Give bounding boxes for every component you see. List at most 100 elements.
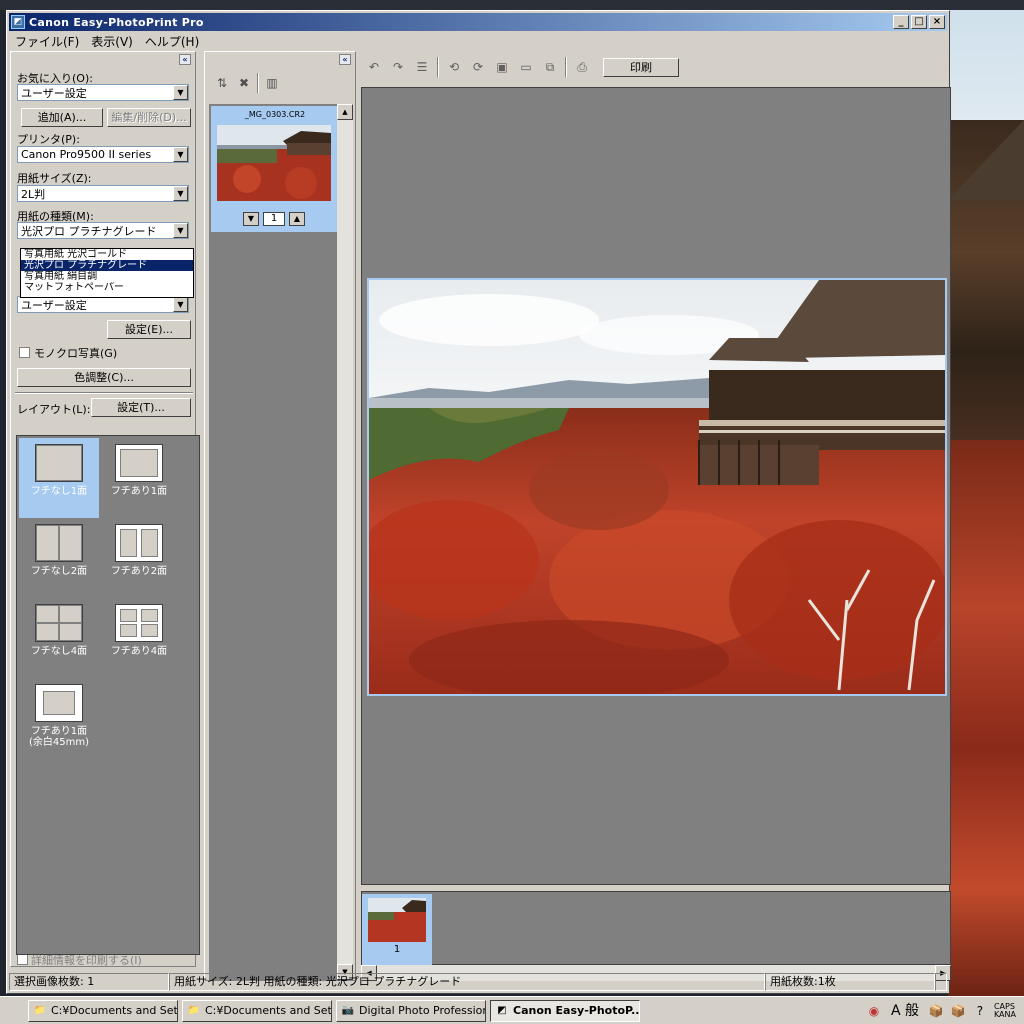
- paper-info-status: 用紙サイズ: 2L判 用紙の種類: 光沢プロ プラチナグレード: [169, 973, 765, 991]
- layout-list: フチなし1面 フチあり1面 フチなし2面 フチあり2面 フチなし4面 フチあり4…: [16, 435, 200, 955]
- layout-settings-button[interactable]: 設定(T)...: [91, 398, 191, 417]
- rotate-left-icon[interactable]: ⟲: [445, 58, 463, 76]
- view-mode-icon[interactable]: ▥: [263, 74, 281, 92]
- toolbar-separator: [565, 57, 567, 77]
- folder-icon: 📁: [33, 1004, 47, 1016]
- window-controls: _ □ ×: [893, 15, 945, 29]
- close-button[interactable]: ×: [929, 15, 945, 29]
- desktop-top-edge: [0, 0, 1024, 10]
- monochrome-label: モノクロ写真(G): [34, 347, 118, 360]
- layout-bordered-1-margin45[interactable]: フチあり1面 (余白45mm): [19, 678, 99, 768]
- fit-icon[interactable]: ▭: [517, 58, 535, 76]
- help-icon[interactable]: ?: [972, 1003, 988, 1019]
- image-list-toolbar: ⇅ ✖ ▥: [205, 70, 357, 96]
- copies-control: ▼ 1 ▲: [243, 212, 305, 226]
- divider: [15, 392, 193, 394]
- title-bar[interactable]: ◩ Canon Easy-PhotoPrint Pro _ □ ×: [9, 13, 947, 31]
- collapse-list-icon[interactable]: «: [339, 54, 351, 65]
- menu-bar: ファイル(F) 表示(V) ヘルプ(H): [9, 32, 947, 50]
- layout-icon: [35, 444, 83, 482]
- chevron-down-icon: ▼: [173, 297, 188, 312]
- toolbar-separator: [437, 57, 439, 77]
- chevron-down-icon: ▼: [173, 186, 188, 201]
- page-number: 1: [393, 944, 401, 955]
- taskbar-explorer-2[interactable]: 📁 C:¥Documents and Setti...: [182, 999, 332, 1022]
- dictionary-icon[interactable]: 📦: [928, 1003, 944, 1019]
- paper-type-option-selected[interactable]: 光沢プロ プラチナグレード: [21, 260, 193, 271]
- rotate-right-icon[interactable]: ⟳: [469, 58, 487, 76]
- increase-copies-icon[interactable]: ▲: [289, 212, 305, 226]
- layout-icon: [115, 604, 163, 642]
- thumbnail-scrollbar[interactable]: ▲ ▼: [337, 104, 353, 980]
- resize-grip[interactable]: [935, 973, 947, 991]
- paper-type-option[interactable]: 写真用紙 光沢ゴールド: [21, 249, 193, 260]
- layout-bordered-2[interactable]: フチあり2面: [99, 518, 179, 598]
- minimize-button[interactable]: _: [893, 15, 909, 29]
- sheet-count-status: 用紙枚数:1枚: [765, 973, 935, 991]
- thumbnail-filename: _MG_0303.CR2: [244, 110, 306, 119]
- preview-photo[interactable]: [367, 278, 947, 696]
- app-icon: ◩: [11, 15, 25, 29]
- paper-size-select[interactable]: 2L判 ▼: [17, 185, 189, 202]
- page-filmstrip: 1: [361, 891, 951, 966]
- print-button[interactable]: 印刷: [603, 57, 679, 77]
- folder-icon: 📁: [187, 1004, 201, 1016]
- layout-icon: [35, 524, 83, 562]
- layout-icon: [35, 684, 83, 722]
- chevron-down-icon: ▼: [173, 85, 188, 100]
- maximize-button[interactable]: □: [911, 15, 927, 29]
- preview-toolbar: ↶ ↷ ☰ ⟲ ⟳ ▣ ▭ ⧉ ⎙ 印刷: [361, 53, 951, 81]
- add-image-icon[interactable]: ⇅: [213, 74, 231, 92]
- paper-type-option[interactable]: マットフォトペーパー: [21, 282, 193, 293]
- menu-view[interactable]: 表示(V): [85, 33, 139, 50]
- favorites-select[interactable]: ユーザー設定 ▼: [17, 84, 189, 101]
- layout-bordered-4[interactable]: フチあり4面: [99, 598, 179, 678]
- edit-delete-button[interactable]: 編集/削除(D)...: [107, 108, 191, 127]
- menu-file[interactable]: ファイル(F): [9, 33, 85, 50]
- printer-select[interactable]: Canon Pro9500 II series ▼: [17, 146, 189, 163]
- menu-help[interactable]: ヘルプ(H): [139, 33, 205, 50]
- print-details-checkbox[interactable]: [17, 954, 28, 965]
- taskbar-easy-photoprint[interactable]: ◩ Canon Easy-PhotoP...: [490, 999, 640, 1022]
- copies-value[interactable]: 1: [263, 212, 285, 226]
- redo-icon[interactable]: ↷: [389, 58, 407, 76]
- layout-borderless-4[interactable]: フチなし4面: [19, 598, 99, 678]
- layout-bordered-1[interactable]: フチあり1面: [99, 438, 179, 518]
- color-adjust-button[interactable]: 色調整(C)...: [17, 368, 191, 387]
- paper-type-option[interactable]: 写真用紙 絹目調: [21, 271, 193, 282]
- chevron-down-icon: ▼: [173, 147, 188, 162]
- ime-icon[interactable]: ◉: [866, 1003, 882, 1019]
- decrease-copies-icon[interactable]: ▼: [243, 212, 259, 226]
- layout-borderless-2[interactable]: フチなし2面: [19, 518, 99, 598]
- layout-icon: [115, 524, 163, 562]
- image-list-panel: « ⇅ ✖ ▥ _MG_0303.CR2 ▼ 1 ▲ ▲ ▼: [204, 51, 356, 981]
- system-tray: ◉ A 般 📦 📦 ? CAPS KANA: [866, 999, 1024, 1023]
- thumbnail-image: [217, 125, 331, 201]
- ime-mode-indicator[interactable]: A 般: [888, 1003, 922, 1019]
- desktop-background-photo: [948, 10, 1024, 998]
- scroll-up-icon[interactable]: ▲: [337, 104, 353, 120]
- monochrome-checkbox[interactable]: [19, 347, 30, 358]
- crop-icon[interactable]: ▣: [493, 58, 511, 76]
- print-preview-area: [361, 87, 951, 885]
- add-favorite-button[interactable]: 追加(A)...: [21, 108, 103, 127]
- taskbar-explorer-1[interactable]: 📁 C:¥Documents and Setti...: [28, 999, 178, 1022]
- paper-type-select[interactable]: 光沢プロ プラチナグレード ▼: [17, 222, 189, 239]
- page-thumbnail[interactable]: 1: [362, 894, 432, 966]
- camera-icon: 📷: [341, 1004, 355, 1016]
- quality-settings-button[interactable]: 設定(E)...: [107, 320, 191, 339]
- print-quality-select[interactable]: ユーザー設定 ▼: [17, 296, 189, 313]
- image-list-menu-icon[interactable]: ☰: [413, 58, 431, 76]
- undo-icon[interactable]: ↶: [365, 58, 383, 76]
- app-window: ◩ Canon Easy-PhotoPrint Pro _ □ × ファイル(F…: [6, 10, 951, 994]
- collapse-panel-icon[interactable]: «: [179, 54, 191, 65]
- thumbnail-card[interactable]: _MG_0303.CR2 ▼ 1 ▲: [211, 106, 339, 232]
- layout-borderless-1[interactable]: フチなし1面: [19, 438, 99, 518]
- settings-icon[interactable]: 📦: [950, 1003, 966, 1019]
- taskbar: 📁 C:¥Documents and Setti... 📁 C:¥Documen…: [0, 996, 1024, 1024]
- remove-image-icon[interactable]: ✖: [235, 74, 253, 92]
- window-title: Canon Easy-PhotoPrint Pro: [29, 15, 204, 29]
- print-preview-icon[interactable]: ⎙: [573, 58, 591, 76]
- layout-edit-icon[interactable]: ⧉: [541, 58, 559, 76]
- taskbar-dpp[interactable]: 📷 Digital Photo Profession...: [336, 999, 486, 1022]
